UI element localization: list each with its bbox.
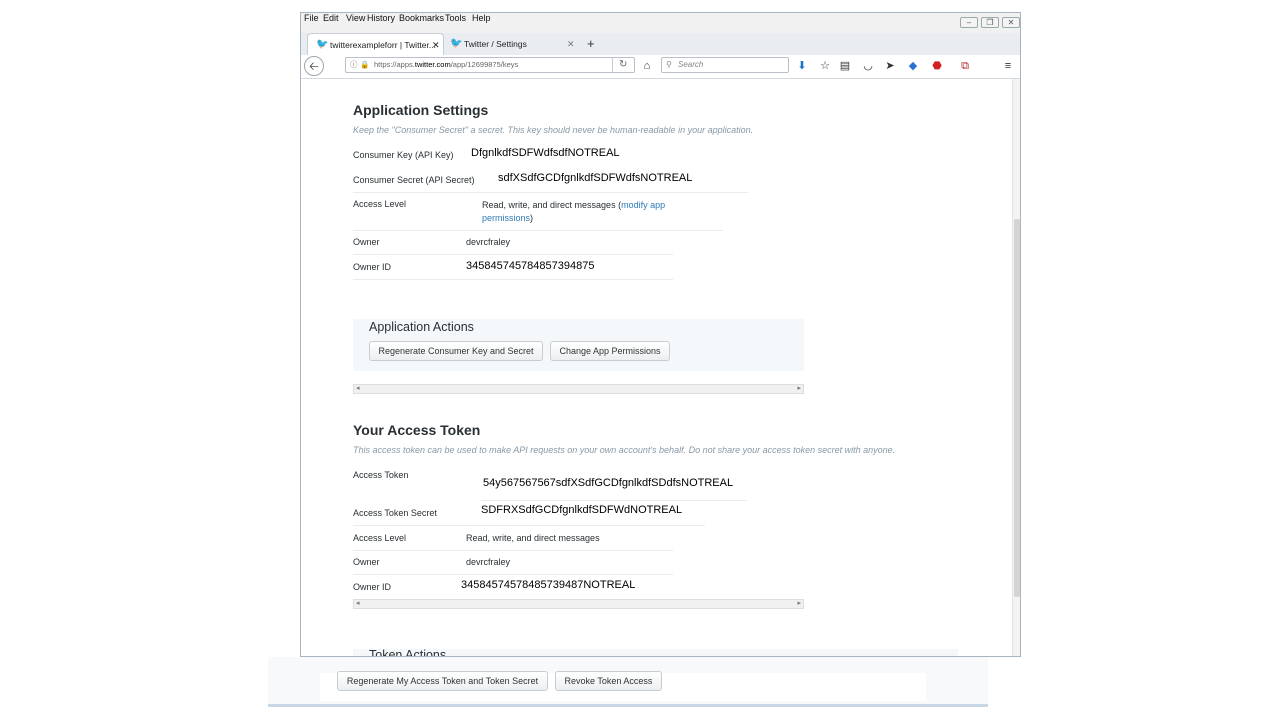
revoke-token-access-button[interactable]: Revoke Token Access <box>555 671 662 691</box>
token-owner-value: devrcfraley <box>466 557 511 567</box>
menu-edit[interactable]: Edit <box>323 13 339 23</box>
access-token-label: Access Token <box>353 470 409 480</box>
access-token-secret-label: Access Token Secret <box>353 508 437 518</box>
horizontal-scrollbar[interactable]: ◂ ▸ <box>353 384 804 394</box>
token-access-level-label: Access Level <box>353 533 407 543</box>
restore-icon[interactable]: ❐ <box>981 17 999 28</box>
close-tab-icon[interactable]: ✕ <box>432 34 440 56</box>
close-window-icon[interactable]: ✕ <box>1002 17 1020 28</box>
hamburger-menu-icon[interactable]: ≡ <box>1000 58 1016 74</box>
menu-help[interactable]: Help <box>472 13 491 23</box>
url-divider <box>612 58 613 72</box>
menu-view[interactable]: View <box>346 13 365 23</box>
scroll-right-icon[interactable]: ▸ <box>797 385 801 393</box>
row-divider <box>353 279 673 280</box>
row-divider <box>353 192 748 193</box>
download-icon[interactable]: ⬇ <box>794 58 810 74</box>
tab-app-keys[interactable]: 🐦 twitterexampleforr | Twitter... ✕ <box>307 33 444 55</box>
regenerate-access-token-button[interactable]: Regenerate My Access Token and Token Sec… <box>337 671 548 691</box>
back-icon[interactable]: 🡠 <box>304 56 324 76</box>
access-level-value: Read, write, and direct messages (modify… <box>482 200 666 223</box>
pocket-icon[interactable]: ◡ <box>860 58 876 74</box>
row-divider <box>353 230 723 231</box>
token-access-level-value: Read, write, and direct messages <box>466 533 600 543</box>
scroll-right-icon[interactable]: ▸ <box>797 600 801 608</box>
token-owner-id-value: 34584574578485739487NOTREAL <box>461 579 636 591</box>
row-divider <box>353 525 705 526</box>
search-input[interactable]: ⚲ Search <box>661 57 789 73</box>
menu-bar: File Edit View History Bookmarks Tools H… <box>301 13 1020 33</box>
consumer-key-label: Consumer Key (API Key) <box>353 150 454 160</box>
owner-id-label: Owner ID <box>353 262 392 272</box>
access-token-secret-value: SDFRXSdfGCDfgnlkdfSDFWdNOTREAL <box>481 504 683 516</box>
screenshot-icon[interactable]: ⧉ <box>957 58 973 74</box>
change-app-permissions-button[interactable]: Change App Permissions <box>550 341 670 361</box>
row-divider <box>353 574 673 575</box>
app-settings-title: Application Settings <box>353 102 489 118</box>
lock-icon: 🔒 <box>360 60 370 69</box>
tab-bar: 🐦 twitterexampleforr | Twitter... ✕ 🐦 Tw… <box>301 33 1020 55</box>
token-owner-id-label: Owner ID <box>353 582 392 592</box>
app-settings-subtitle: Keep the "Consumer Secret" a secret. Thi… <box>353 125 754 135</box>
consumer-secret-label: Consumer Secret (API Secret) <box>353 175 475 185</box>
row-divider <box>353 254 673 255</box>
tab-title: twitterexampleforr | Twitter... <box>330 40 436 50</box>
tab-twitter-settings[interactable]: 🐦 Twitter / Settings ✕ <box>445 33 577 55</box>
scroll-left-icon[interactable]: ◂ <box>356 600 360 608</box>
browser-window: File Edit View History Bookmarks Tools H… <box>300 12 1021 657</box>
owner-label: Owner <box>353 237 380 247</box>
regenerate-consumer-key-button[interactable]: Regenerate Consumer Key and Secret <box>369 341 543 361</box>
send-icon[interactable]: ➤ <box>882 58 898 74</box>
adblock-icon[interactable]: ⬣ <box>929 58 945 74</box>
scrollbar-thumb[interactable] <box>1014 219 1020 597</box>
twitter-bird-icon: 🐦 <box>450 38 463 49</box>
menu-tools[interactable]: Tools <box>445 13 466 23</box>
url-text: https://apps.twitter.com/app/12699875/ke… <box>374 60 519 69</box>
reload-icon[interactable]: ↻ <box>619 58 627 72</box>
menu-history[interactable]: History <box>367 13 395 23</box>
owner-id-value: 345845745784857394875 <box>466 260 595 272</box>
minimize-icon[interactable]: – <box>960 17 978 28</box>
vertical-scrollbar[interactable] <box>1012 79 1020 656</box>
extension-icon[interactable]: ◆ <box>905 58 921 74</box>
twitter-bird-icon: 🐦 <box>316 39 329 50</box>
search-placeholder: Search <box>678 60 704 69</box>
url-bar[interactable]: ⓘ 🔒 https://apps.twitter.com/app/1269987… <box>345 57 635 73</box>
bookmark-star-icon[interactable]: ☆ <box>817 58 833 74</box>
owner-value: devrcfraley <box>466 237 511 247</box>
menu-bookmarks[interactable]: Bookmarks <box>399 13 444 23</box>
search-icon: ⚲ <box>666 60 672 69</box>
row-divider <box>353 550 673 551</box>
access-token-value: 54y567567567sdfXSdfGCDfgnlkdfSDdfsNOTREA… <box>483 477 734 489</box>
menu-file[interactable]: File <box>304 13 319 23</box>
new-tab-icon[interactable]: + <box>587 37 595 50</box>
horizontal-scrollbar-2[interactable]: ◂ ▸ <box>353 599 804 609</box>
token-owner-label: Owner <box>353 557 380 567</box>
application-actions-panel: Application Actions Regenerate Consumer … <box>353 319 804 371</box>
navigation-bar: 🡠 ⓘ 🔒 https://apps.twitter.com/app/12699… <box>301 55 1020 79</box>
scroll-left-icon[interactable]: ◂ <box>356 385 360 393</box>
consumer-secret-value: sdfXSdfGCDfgnlkdfSDFWdfsNOTREAL <box>498 172 693 184</box>
token-actions-title: Token Actions <box>369 648 447 657</box>
access-token-title: Your Access Token <box>353 422 481 438</box>
row-divider <box>481 500 747 501</box>
consumer-key-value: DfgnlkdfSDFWdfsdfNOTREAL <box>471 147 620 159</box>
access-level-label: Access Level <box>353 199 407 209</box>
access-token-subtitle: This access token can be used to make AP… <box>353 445 896 455</box>
application-actions-title: Application Actions <box>369 320 474 334</box>
tab-title: Twitter / Settings <box>464 39 527 49</box>
close-tab-icon[interactable]: ✕ <box>567 33 575 55</box>
taskbar-edge <box>268 704 988 707</box>
home-icon[interactable]: ⌂ <box>639 58 655 74</box>
info-icon[interactable]: ⓘ <box>350 58 358 72</box>
reading-list-icon[interactable]: ▤ <box>837 58 853 74</box>
